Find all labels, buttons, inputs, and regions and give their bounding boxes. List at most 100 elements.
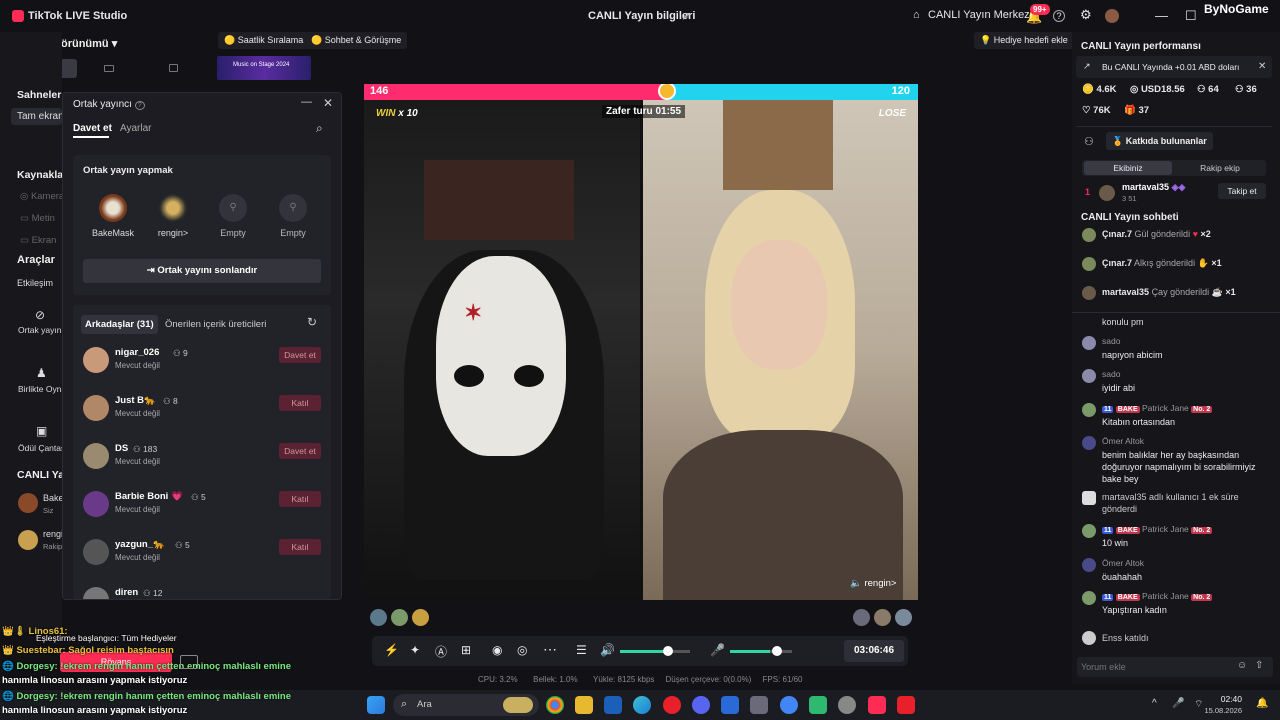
record-icon[interactable]: ◉: [492, 643, 502, 657]
tab-suggested[interactable]: Önerilen içerik üreticileri: [161, 315, 270, 334]
speaker-volume-knob[interactable]: [663, 646, 673, 656]
chrome-icon[interactable]: [546, 696, 564, 714]
join-button[interactable]: Katıl: [279, 491, 321, 507]
help-icon[interactable]: ?: [1053, 10, 1065, 22]
close-icon[interactable]: ✕: [1258, 61, 1266, 72]
tab-your-team[interactable]: Ekibiniz: [1084, 161, 1172, 175]
live-center-button[interactable]: CANLI Yayın Merkezi: [928, 9, 1032, 21]
contributors-button[interactable]: 🏅 Katkıda bulunanlar: [1106, 132, 1213, 150]
maximize-icon[interactable]: ☐: [1185, 8, 1197, 24]
refresh-icon[interactable]: ↻: [307, 315, 317, 329]
cohost-tool[interactable]: Ortak yayın: [18, 325, 61, 335]
gift-row: Çınar.7 Alkış gönderildi ✋ ×1: [1082, 257, 1272, 273]
folder-icon[interactable]: [604, 696, 622, 714]
people-stat: ♡ 76K: [1082, 105, 1111, 116]
discord-icon[interactable]: [692, 696, 710, 714]
chrome-profile-icon[interactable]: [780, 696, 798, 714]
windows-start-icon[interactable]: [367, 696, 385, 714]
supporter-avatar[interactable]: [370, 609, 387, 626]
skull-mask: [436, 256, 566, 456]
tab-settings[interactable]: Ayarlar: [120, 123, 152, 134]
supporter-avatar[interactable]: [391, 609, 408, 626]
supporter-avatar[interactable]: [853, 609, 870, 626]
microphone-icon[interactable]: 🎤: [710, 643, 725, 657]
scene-fullscreen[interactable]: Tam ekran: [11, 108, 62, 125]
slot-guest[interactable]: rengin>: [143, 194, 203, 238]
event-banner[interactable]: Music on Stage 2024: [217, 56, 311, 80]
join-button[interactable]: Katıl: [279, 539, 321, 555]
supporter-avatar[interactable]: [874, 609, 891, 626]
emoji-icon[interactable]: ☺: [1237, 660, 1247, 671]
tiktok-live-studio-icon[interactable]: [868, 696, 886, 714]
mic-icon[interactable]: 🎤: [1172, 698, 1184, 709]
speaker-icon[interactable]: 🔊: [600, 643, 615, 657]
screen-share-icon[interactable]: [180, 655, 198, 669]
gift-goal-button[interactable]: 💡 Hediye hedefi ekle: [974, 32, 1074, 49]
invite-button[interactable]: Davet et: [279, 443, 321, 459]
follow-button[interactable]: Takip et: [1218, 183, 1266, 199]
notification-icon[interactable]: 🔔: [1256, 698, 1268, 709]
slot-empty[interactable]: ⚲ Empty: [263, 194, 323, 238]
view-multi-tab[interactable]: [141, 59, 205, 78]
app-icon[interactable]: [809, 696, 827, 714]
source-text[interactable]: ▭ Metin: [20, 213, 55, 224]
ai-icon[interactable]: Ⓐ: [435, 643, 447, 660]
edge-icon[interactable]: [633, 696, 651, 714]
hourly-ranking-chip[interactable]: 🟡 Saatlik Sıralama: [218, 32, 310, 49]
magic-icon[interactable]: ⚡: [384, 643, 399, 657]
info-icon[interactable]: ?: [134, 101, 145, 110]
mask-eye: [514, 365, 544, 387]
play-together-tool[interactable]: Birlikte Oyna: [18, 384, 66, 394]
live-info-button[interactable]: CANLI Yayın bilgileri: [588, 10, 695, 22]
effects-icon[interactable]: ✦: [410, 643, 420, 657]
store-icon[interactable]: [750, 696, 768, 714]
mic-volume-knob[interactable]: [772, 646, 782, 656]
friend-name: Barbie Boni 💗: [115, 491, 183, 502]
chat-text: Kitabın ortasından: [1102, 417, 1176, 427]
gear-icon[interactable]: ⚙: [1080, 7, 1092, 23]
avatar: [83, 539, 109, 565]
supporter-avatar[interactable]: [412, 609, 429, 626]
camera-icon[interactable]: ◎: [517, 643, 527, 657]
join-button[interactable]: Katıl: [279, 395, 321, 411]
tab-friends[interactable]: Arkadaşlar (31): [81, 315, 158, 334]
guest-tag[interactable]: 🔈 rengin>: [850, 578, 896, 589]
source-camera[interactable]: ◎ Kamera: [20, 191, 64, 202]
chat-call-chip[interactable]: 🟡 Sohbet & Görüşme: [305, 32, 408, 49]
tab-rival-team[interactable]: Rakip ekip: [1176, 161, 1264, 175]
supporter-avatar[interactable]: [895, 609, 912, 626]
avatar[interactable]: [1105, 9, 1119, 23]
add-user-icon[interactable]: ⚇: [1084, 135, 1094, 148]
slot-host[interactable]: BakeMask: [83, 194, 143, 238]
youtube-icon[interactable]: [897, 696, 915, 714]
interaction-label: Etkileşim: [17, 278, 54, 288]
close-icon[interactable]: ✕: [323, 96, 333, 110]
send-icon[interactable]: ⇧: [1255, 660, 1263, 671]
share-icon[interactable]: ↗: [681, 9, 691, 23]
reward-bag-tool[interactable]: Ödül Çantası: [18, 443, 68, 453]
end-cohost-button[interactable]: ⇥ Ortak yayını sonlandır: [83, 259, 321, 283]
clock-date: 15.08.2026: [1204, 706, 1242, 715]
avatar: [1082, 436, 1096, 450]
settings-slider-icon[interactable]: ☰: [576, 643, 587, 657]
app-icon[interactable]: [838, 696, 856, 714]
taskbar-search[interactable]: ⌕ Ara: [393, 694, 539, 716]
tab-invite[interactable]: Davet et: [73, 123, 112, 134]
chevron-up-icon[interactable]: ^: [1152, 698, 1157, 709]
avatar: [83, 347, 109, 373]
comment-input[interactable]: [1081, 660, 1231, 674]
search-icon: ⌕: [401, 698, 408, 710]
layout-icon[interactable]: ⊞: [461, 643, 471, 657]
file-explorer-icon[interactable]: [575, 696, 593, 714]
minimize-popup-icon[interactable]: —: [301, 96, 312, 108]
source-screen[interactable]: ▭ Ekran: [20, 235, 56, 246]
more-icon[interactable]: ⋯: [543, 641, 557, 658]
opera-icon[interactable]: [663, 696, 681, 714]
view-landscape-tab[interactable]: [77, 59, 141, 78]
minimize-icon[interactable]: —: [1155, 8, 1168, 23]
mail-icon[interactable]: [721, 696, 739, 714]
slot-empty[interactable]: ⚲ Empty: [203, 194, 263, 238]
search-icon[interactable]: ⌕: [316, 121, 323, 136]
invite-button[interactable]: Davet et: [279, 347, 321, 363]
guest-video: [643, 100, 918, 600]
